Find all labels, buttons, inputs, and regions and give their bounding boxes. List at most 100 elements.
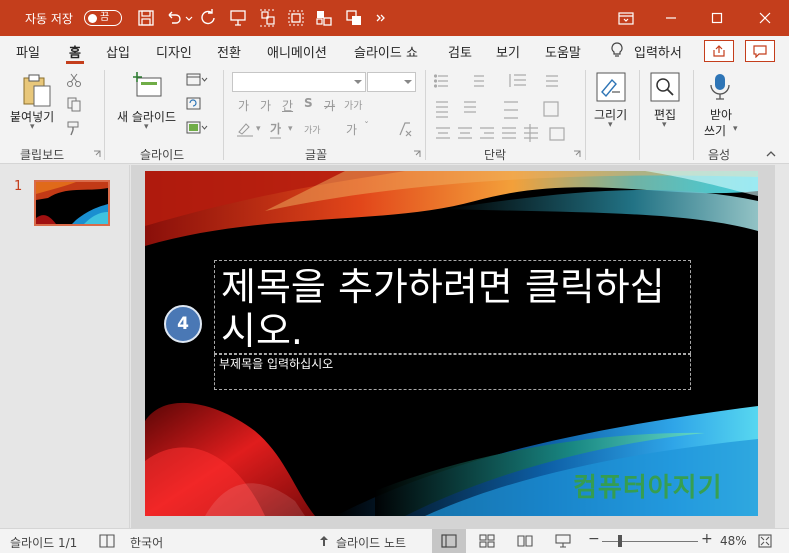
save-icon[interactable]	[136, 8, 156, 28]
superscript-button[interactable]: 가	[346, 121, 357, 138]
undo-dropdown-icon[interactable]	[184, 8, 194, 28]
zoom-level[interactable]: 48%	[720, 534, 747, 548]
tab-slideshow[interactable]: 슬라이드 쇼	[354, 42, 418, 61]
slideshow-view-icon[interactable]	[555, 534, 571, 548]
layout-icon[interactable]	[186, 72, 208, 88]
more-commands-icon[interactable]	[374, 8, 388, 28]
dictate-label-2[interactable]: 쓰기	[704, 122, 726, 139]
font-shrink-button[interactable]: 가	[260, 97, 271, 114]
maximize-button[interactable]	[694, 0, 740, 36]
fit-to-window-icon[interactable]	[758, 534, 772, 548]
slide-thumbnail[interactable]	[34, 180, 110, 226]
thumbnail-graphic	[36, 182, 108, 224]
copy-icon[interactable]	[66, 96, 82, 112]
align-objects-icon[interactable]	[258, 8, 278, 28]
tab-home[interactable]: 홈	[69, 42, 81, 61]
reading-view-icon[interactable]	[517, 534, 533, 548]
step-badge-number: 4	[177, 314, 189, 334]
group-separator	[223, 70, 224, 160]
vertical-scrollbar[interactable]	[775, 165, 789, 528]
tab-transitions[interactable]: 전환	[217, 42, 241, 61]
close-icon	[759, 12, 770, 24]
arrange-icon[interactable]	[314, 8, 334, 28]
ribbon-display-options-icon[interactable]	[616, 8, 636, 28]
slide[interactable]: 제목을 추가하려면 클릭하십시오. 부제목을 입력하십시오 4 컴퓨터아지기	[145, 171, 758, 516]
present-from-start-icon[interactable]	[228, 8, 248, 28]
chevron-down-icon[interactable]: ▾	[256, 124, 261, 134]
tab-review[interactable]: 검토	[448, 42, 472, 61]
strikethrough-button[interactable]: 가	[324, 97, 335, 114]
microphone-icon[interactable]	[708, 72, 732, 102]
bring-forward-icon[interactable]	[344, 8, 364, 28]
paste-dropdown-icon[interactable]: ▾	[30, 122, 35, 132]
font-name-combo[interactable]	[232, 72, 366, 92]
char-spacing-button[interactable]: 가가	[344, 97, 362, 112]
cut-icon[interactable]	[66, 72, 82, 88]
clipboard-launcher-icon[interactable]	[93, 150, 101, 158]
tab-animations[interactable]: 애니메이션	[267, 42, 327, 61]
format-painter-icon[interactable]	[66, 120, 82, 136]
thumbnail-number: 1	[14, 179, 23, 194]
zoom-slider[interactable]	[602, 541, 698, 542]
section-icon[interactable]	[186, 120, 208, 136]
edit-dropdown-icon[interactable]: ▾	[662, 120, 667, 130]
comment-icon	[753, 45, 767, 58]
normal-view-button[interactable]	[432, 529, 466, 553]
collapse-ribbon-icon[interactable]	[765, 150, 777, 158]
subtitle-placeholder[interactable]: 부제목을 입력하십시오	[214, 354, 691, 390]
undo-icon[interactable]	[164, 8, 184, 28]
chevron-down-icon[interactable]: ▾	[288, 124, 293, 134]
shadow-button[interactable]: S	[304, 96, 313, 110]
group-objects-icon[interactable]	[286, 8, 306, 28]
paragraph-launcher-icon[interactable]	[573, 150, 581, 158]
group-separator	[639, 70, 640, 160]
group-clipboard-label: 클립보드	[20, 148, 65, 162]
tab-design[interactable]: 디자인	[156, 42, 192, 61]
tell-me-input[interactable]: 입력하서	[634, 42, 682, 61]
chevron-down-icon	[404, 80, 412, 84]
normal-view-icon	[441, 534, 457, 548]
zoom-out-button[interactable]: −	[588, 531, 600, 547]
share-button[interactable]	[704, 40, 734, 62]
close-button[interactable]	[740, 0, 789, 36]
accessibility-check-icon[interactable]	[99, 534, 115, 548]
tab-help[interactable]: 도움말	[545, 42, 581, 61]
comments-button[interactable]	[745, 40, 775, 62]
font-size-combo[interactable]	[367, 72, 416, 92]
font-grow-button[interactable]: 가	[238, 97, 249, 114]
tab-file[interactable]: 파일	[16, 42, 40, 61]
title-placeholder[interactable]: 제목을 추가하려면 클릭하십시오.	[214, 260, 691, 354]
draw-icon[interactable]	[596, 72, 626, 102]
new-slide-dropdown-icon[interactable]: ▾	[144, 122, 149, 132]
dictate-label-1[interactable]: 받아	[710, 106, 732, 123]
autosave-state: 끔	[100, 12, 110, 23]
clear-formatting-icon[interactable]	[396, 120, 414, 138]
notes-button[interactable]: 슬라이드 노트	[336, 534, 406, 551]
language-indicator[interactable]: 한국어	[130, 534, 163, 551]
underline-button[interactable]: 간	[282, 97, 293, 114]
new-slide-icon[interactable]	[133, 72, 163, 100]
change-case-button[interactable]: 가가	[304, 123, 321, 136]
dictate-dropdown-icon[interactable]: ▾	[733, 124, 738, 134]
paste-icon[interactable]	[20, 72, 54, 110]
redo-icon[interactable]	[198, 8, 218, 28]
highlight-icon[interactable]	[236, 121, 254, 137]
slide-sorter-icon[interactable]	[479, 534, 495, 548]
tab-view[interactable]: 보기	[496, 42, 520, 61]
chevron-down-icon	[354, 80, 362, 84]
subscript-button[interactable]: ˇ	[364, 121, 369, 132]
minimize-button[interactable]	[648, 0, 694, 36]
paragraph-controls[interactable]	[434, 72, 580, 142]
zoom-slider-thumb[interactable]	[618, 535, 622, 547]
find-icon[interactable]	[650, 72, 680, 102]
autosave-toggle[interactable]: 끔	[84, 10, 122, 26]
tab-insert[interactable]: 삽입	[106, 42, 130, 61]
reset-slide-icon[interactable]	[186, 96, 208, 112]
font-color-button[interactable]: 가	[270, 120, 282, 139]
maximize-icon	[711, 12, 723, 24]
draw-dropdown-icon[interactable]: ▾	[608, 120, 613, 130]
font-launcher-icon[interactable]	[413, 150, 421, 158]
slide-subtitle: 부제목을 입력하십시오	[219, 357, 334, 371]
title-bar: 자동 저장 끔	[0, 0, 789, 36]
zoom-in-button[interactable]: +	[701, 531, 713, 547]
